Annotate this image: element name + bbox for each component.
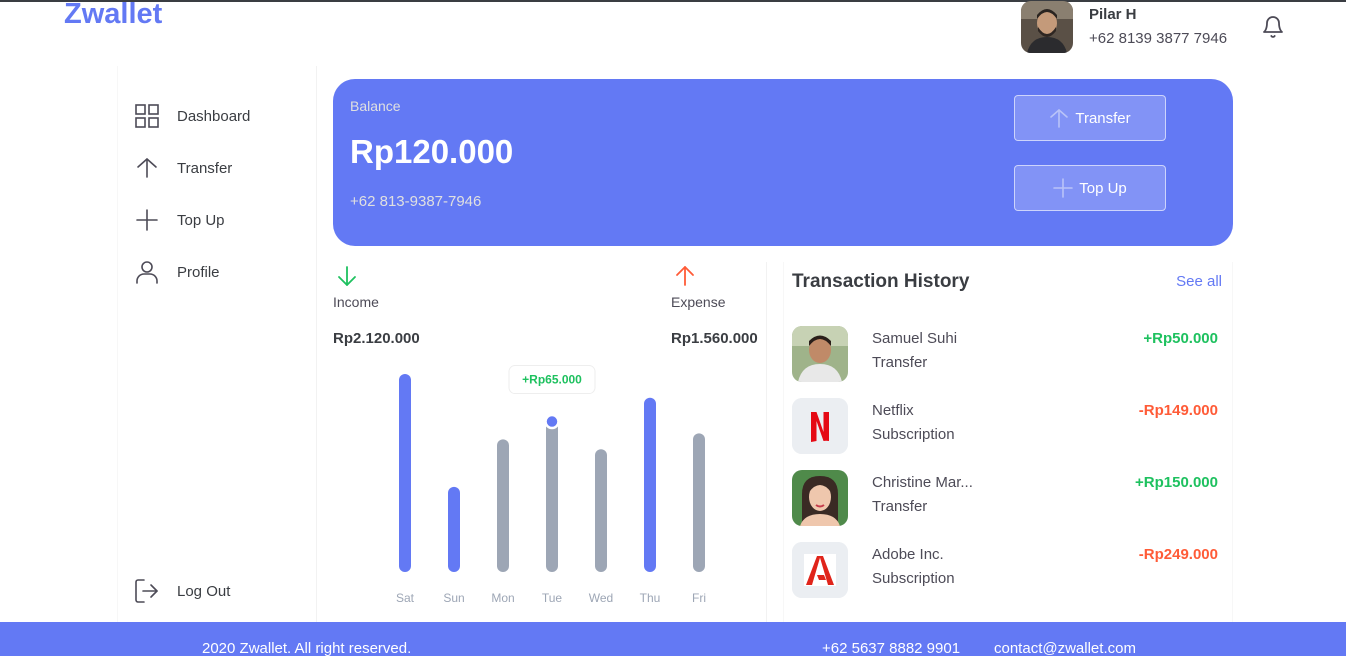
chart-tooltip: +Rp65.000 xyxy=(508,365,596,395)
sidebar-item-transfer[interactable]: Transfer xyxy=(134,154,232,182)
transaction-type: Transfer xyxy=(872,498,928,515)
transaction-amount: +Rp150.000 xyxy=(1135,474,1218,491)
transfer-button[interactable]: Transfer xyxy=(1014,95,1166,141)
arrow-down-icon xyxy=(336,265,358,287)
plus-icon xyxy=(1053,178,1074,198)
footer-copyright: 2020 Zwallet. All right reserved. xyxy=(202,640,412,656)
grid-icon xyxy=(134,103,160,129)
footer-email[interactable]: contact@zwallet.com xyxy=(994,640,1136,656)
income-value: Rp2.120.000 xyxy=(333,330,420,347)
logout-icon xyxy=(134,578,160,604)
income-expense-panel: Income Rp2.120.000 Expense Rp1.560.000 S… xyxy=(333,262,767,622)
bell-icon[interactable] xyxy=(1261,14,1285,40)
chart-bar-mon[interactable] xyxy=(497,439,509,572)
netflix-logo xyxy=(792,398,848,454)
adobe-logo xyxy=(792,542,848,598)
transaction-type: Subscription xyxy=(872,570,955,587)
transaction-row[interactable]: Christine Mar... Transfer +Rp150.000 xyxy=(792,470,1226,526)
expense-value: Rp1.560.000 xyxy=(671,330,758,347)
transaction-amount: -Rp149.000 xyxy=(1138,402,1218,419)
transaction-amount: +Rp50.000 xyxy=(1143,330,1218,347)
transaction-name: Netflix xyxy=(872,402,914,419)
footer: 2020 Zwallet. All right reserved. +62 56… xyxy=(0,622,1346,656)
chart-x-label: Fri xyxy=(692,591,706,605)
transfer-button-label: Transfer xyxy=(1075,109,1131,127)
sidebar-item-topup[interactable]: Top Up xyxy=(134,206,225,234)
chart-tooltip-label: +Rp65.000 xyxy=(522,373,582,387)
sidebar: Dashboard Transfer Top Up Profile Log Ou… xyxy=(117,66,317,622)
expense-label: Expense xyxy=(671,294,726,310)
arrow-up-icon xyxy=(1049,108,1069,128)
chart-bar-thu[interactable] xyxy=(644,397,656,572)
chart-x-label: Wed xyxy=(589,591,613,605)
chart-x-label: Tue xyxy=(542,591,563,605)
chart-bar-sat[interactable] xyxy=(399,374,411,572)
income-label: Income xyxy=(333,294,379,310)
transaction-row[interactable]: Netflix Subscription -Rp149.000 xyxy=(792,398,1226,454)
sidebar-item-label: Transfer xyxy=(177,159,233,177)
logout-label: Log Out xyxy=(177,582,231,600)
chart-x-label: Mon xyxy=(491,591,514,605)
weekly-bar-chart: Sat Sun Mon Tue +Rp65.000 Wed Thu Fri xyxy=(396,365,706,605)
history-title: Transaction History xyxy=(792,271,970,292)
app-logo[interactable]: Zwallet xyxy=(64,0,162,31)
top-border xyxy=(0,0,1346,2)
transaction-history: Transaction History See all Samuel Suhi … xyxy=(783,262,1233,622)
user-name: Pilar H xyxy=(1089,6,1137,23)
sidebar-item-label: Profile xyxy=(177,263,220,281)
contact-avatar xyxy=(792,470,848,526)
sidebar-item-label: Dashboard xyxy=(177,107,251,125)
chart-bar-wed[interactable] xyxy=(595,449,607,572)
transaction-type: Subscription xyxy=(872,426,955,443)
topup-button-label: Top Up xyxy=(1079,179,1127,197)
plus-icon xyxy=(134,207,160,233)
balance-card: Balance Rp120.000 +62 813-9387-7946 Tran… xyxy=(333,79,1233,246)
chart-x-label: Sat xyxy=(396,591,415,605)
sidebar-item-dashboard[interactable]: Dashboard xyxy=(134,102,250,130)
transaction-row[interactable]: Adobe Inc. Subscription -Rp249.000 xyxy=(792,542,1226,598)
balance-label: Balance xyxy=(350,98,401,114)
sidebar-item-profile[interactable]: Profile xyxy=(134,258,220,286)
user-avatar[interactable] xyxy=(1021,1,1073,53)
transaction-row[interactable]: Samuel Suhi Transfer +Rp50.000 xyxy=(792,326,1226,382)
arrow-up-icon xyxy=(134,155,160,181)
chart-x-label: Thu xyxy=(640,591,661,605)
transaction-amount: -Rp249.000 xyxy=(1138,546,1218,563)
transaction-name: Samuel Suhi xyxy=(872,330,958,347)
balance-amount: Rp120.000 xyxy=(350,133,514,170)
see-all-link[interactable]: See all xyxy=(1176,273,1222,290)
footer-phone: +62 5637 8882 9901 xyxy=(822,640,961,656)
sidebar-item-label: Top Up xyxy=(177,211,225,229)
logout-button[interactable]: Log Out xyxy=(134,577,230,605)
chart-bar-tue[interactable] xyxy=(546,417,558,572)
transaction-type: Transfer xyxy=(872,354,928,371)
user-icon xyxy=(134,259,160,285)
chart-x-label: Sun xyxy=(443,591,464,605)
transaction-name: Adobe Inc. xyxy=(872,546,944,563)
user-phone: +62 8139 3877 7946 xyxy=(1089,30,1228,47)
chart-bar-sun[interactable] xyxy=(448,486,460,572)
transaction-name: Christine Mar... xyxy=(872,474,973,491)
chart-bar-fri[interactable] xyxy=(693,433,705,572)
contact-avatar xyxy=(792,326,848,382)
topup-button[interactable]: Top Up xyxy=(1014,165,1166,211)
chart-point-marker xyxy=(544,413,560,430)
arrow-up-icon xyxy=(674,265,696,287)
balance-phone: +62 813-9387-7946 xyxy=(350,193,482,210)
